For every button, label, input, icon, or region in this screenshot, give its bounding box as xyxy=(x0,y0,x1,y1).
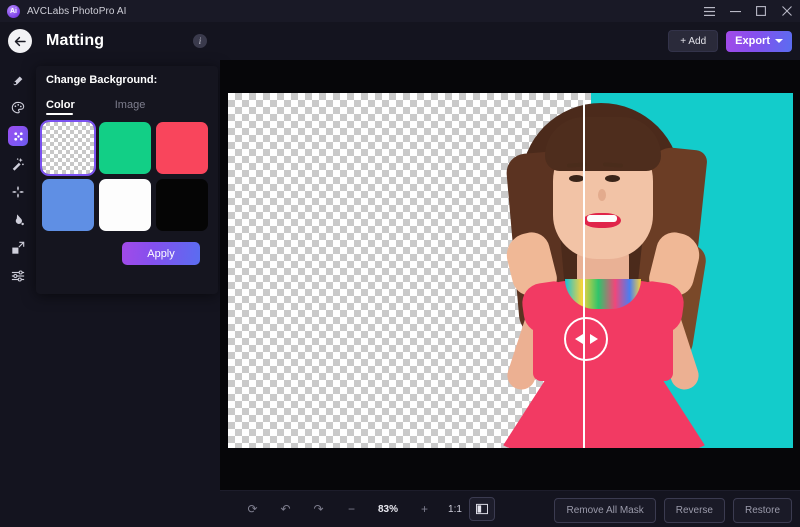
menu-icon[interactable] xyxy=(696,0,722,22)
arrow-left-icon xyxy=(574,334,583,344)
bottom-toolbar: ⟳ ↶ ↷ − 83% + 1:1 Remove All Mask Revers… xyxy=(220,490,800,527)
upscale-icon xyxy=(8,238,28,258)
title-bar: Ai AVCLabs PhotoPro AI xyxy=(0,0,800,23)
actual-size-button[interactable]: 1:1 xyxy=(441,497,469,521)
recolor-icon xyxy=(8,98,28,118)
compare-slider-handle[interactable] xyxy=(564,317,608,361)
back-button[interactable] xyxy=(8,29,32,53)
swatch-white[interactable] xyxy=(99,179,151,231)
view-tools: ⟳ ↶ ↷ − 83% + 1:1 xyxy=(236,497,495,521)
compare-divider-line xyxy=(583,93,585,448)
mask-actions: Remove All Mask Reverse Restore xyxy=(554,498,792,523)
window-controls xyxy=(696,0,800,22)
page-header: Matting i + Add Export xyxy=(0,22,800,60)
swatch-blue[interactable] xyxy=(42,179,94,231)
page-title: Matting xyxy=(46,32,105,49)
canvas-area[interactable] xyxy=(220,60,800,490)
zoom-level: 83% xyxy=(377,503,398,515)
add-button[interactable]: + Add xyxy=(668,30,719,52)
swatch-transparent[interactable] xyxy=(40,120,96,176)
arrow-right-icon xyxy=(589,334,598,344)
color-swatch-grid xyxy=(40,120,212,231)
redo-button[interactable]: ↷ xyxy=(302,497,335,521)
apply-button[interactable]: Apply xyxy=(122,242,200,265)
image-stage[interactable] xyxy=(228,93,793,448)
close-icon[interactable] xyxy=(774,0,800,22)
inpaint-icon xyxy=(8,70,28,90)
app-title: AVCLabs PhotoPro AI xyxy=(27,5,127,17)
tab-image[interactable]: Image xyxy=(115,99,146,115)
info-icon[interactable]: i xyxy=(193,34,207,48)
matting-icon xyxy=(8,126,28,146)
zoom-in-button[interactable]: + xyxy=(408,497,441,521)
application-window: Ai AVCLabs PhotoPro AI Matting i + Add E… xyxy=(0,0,800,527)
remove-all-mask-button[interactable]: Remove All Mask xyxy=(554,498,656,523)
change-background-panel: Change Background: Color Image Apply xyxy=(36,66,218,294)
reverse-button[interactable]: Reverse xyxy=(663,498,725,523)
panel-tabs: Color Image xyxy=(46,99,145,115)
stylize-icon xyxy=(8,182,28,202)
swatch-green[interactable] xyxy=(99,122,151,174)
export-button-label: Export xyxy=(735,35,770,47)
colorize-icon xyxy=(8,210,28,230)
restore-button[interactable]: Restore xyxy=(732,498,792,523)
chevron-down-icon xyxy=(775,39,783,43)
tab-color[interactable]: Color xyxy=(46,99,75,115)
reset-button[interactable]: ⟳ xyxy=(236,497,269,521)
swatch-black[interactable] xyxy=(156,179,208,231)
app-logo-icon: Ai xyxy=(7,4,20,18)
header-actions: + Add Export xyxy=(668,30,792,52)
panel-title: Change Background: xyxy=(46,74,158,86)
enhance-icon xyxy=(8,154,28,174)
compare-view-button[interactable] xyxy=(469,497,495,521)
minimize-icon[interactable] xyxy=(722,0,748,22)
subject-photo xyxy=(473,93,733,448)
export-button[interactable]: Export xyxy=(726,30,792,52)
swatch-red[interactable] xyxy=(156,122,208,174)
undo-button[interactable]: ↶ xyxy=(269,497,302,521)
toning-icon xyxy=(8,266,28,286)
zoom-out-button[interactable]: − xyxy=(335,497,368,521)
maximize-icon[interactable] xyxy=(748,0,774,22)
